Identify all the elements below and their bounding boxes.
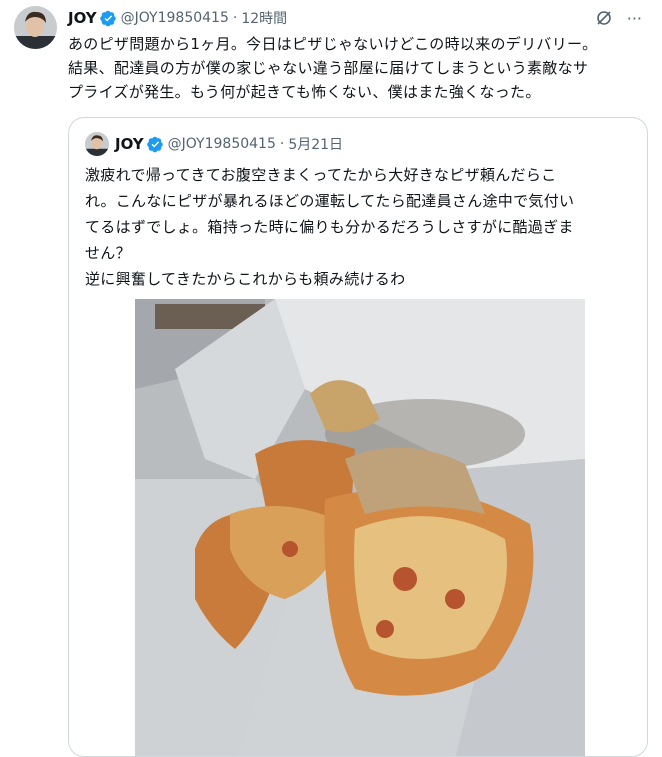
separator-dot: · [279,136,285,152]
quoted-date: 5月21日 [288,137,344,153]
pizza-photo[interactable] [135,299,585,757]
more-icon[interactable]: ··· [627,9,642,28]
verified-badge-icon [146,136,163,152]
avatar[interactable] [14,6,57,49]
author-name[interactable]: JOY [68,9,97,27]
tweet-text: あのピザ問題から1ヶ月。今日はピザじゃないけどこの時以来のデリバリー。 結果、配… [68,35,598,101]
quoted-text: 激疲れで帰ってきてお腹空きまくってたから大好きなピザ頼んだらこ れ。こんなにピザ… [85,166,575,288]
quoted-avatar[interactable] [85,132,109,156]
quoted-handle: @JOY19850415 [167,136,276,152]
tweet-header: JOY @JOY19850415 · 12時間 ··· [68,7,642,29]
author-handle[interactable]: @JOY19850415 [121,10,229,26]
quoted-header: JOY @JOY19850415 · 5月21日 [115,132,343,156]
header-actions: ··· [595,7,642,29]
tweet-time[interactable]: 12時間 [241,8,287,28]
quoted-author-name: JOY [115,135,144,153]
quoted-tweet[interactable]: JOY @JOY19850415 · 5月21日 激疲れで帰ってきてお腹空きまく… [68,117,648,757]
grok-icon[interactable] [595,9,613,27]
separator-dot: · [232,10,238,26]
verified-badge-icon [99,10,116,26]
